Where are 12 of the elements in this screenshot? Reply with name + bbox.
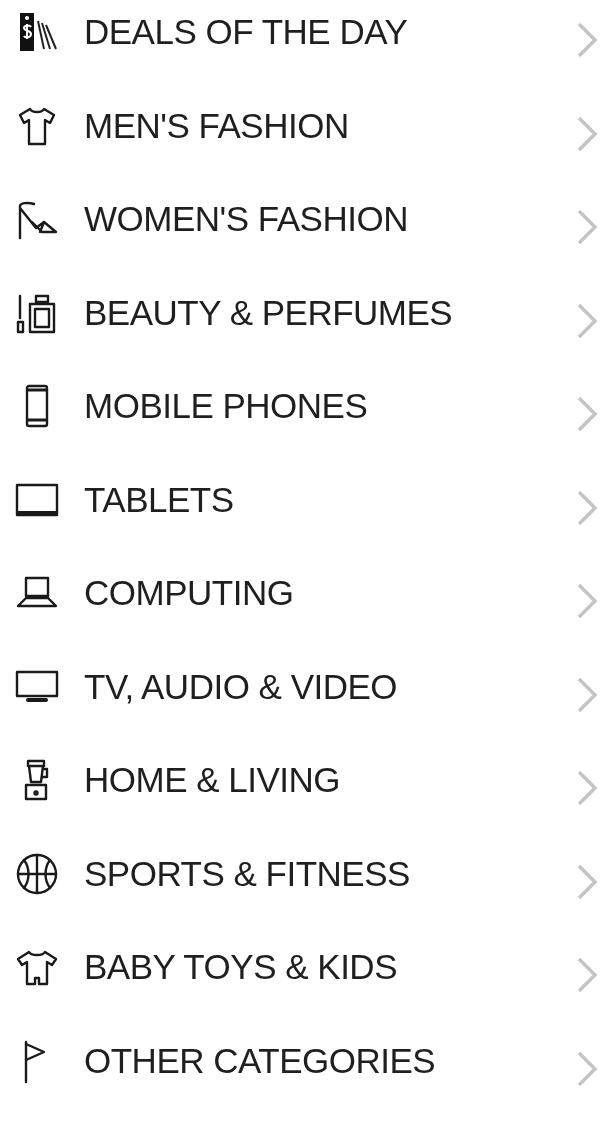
category-menu-item[interactable]: TABLETS: [0, 467, 605, 561]
category-menu-item[interactable]: MOBILE PHONES: [0, 374, 605, 468]
category-menu-item[interactable]: SPORTS & FITNESS: [0, 841, 605, 935]
category-menu-item[interactable]: WOMEN'S FASHION: [0, 187, 605, 281]
category-menu-item[interactable]: DEALS OF THE DAY: [0, 0, 605, 94]
category-menu-item[interactable]: MEN'S FASHION: [0, 93, 605, 187]
category-menu-item[interactable]: BEAUTY & PERFUMES: [0, 280, 605, 374]
category-menu-item[interactable]: OTHER CATEGORIES: [0, 1028, 605, 1122]
category-menu-item[interactable]: TV, AUDIO & VIDEO: [0, 654, 605, 748]
category-menu-item[interactable]: BABY TOYS & KIDS: [0, 935, 605, 1029]
category-menu-item[interactable]: HOME & LIVING: [0, 748, 605, 842]
category-menu-item[interactable]: COMPUTING: [0, 561, 605, 655]
